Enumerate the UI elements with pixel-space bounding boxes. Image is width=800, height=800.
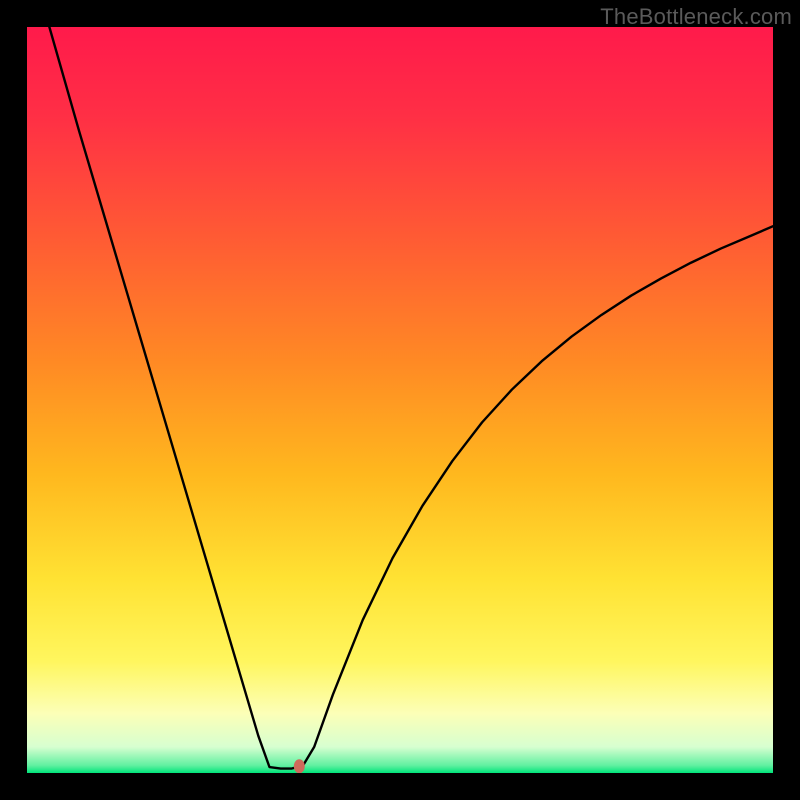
chart-svg: [27, 27, 773, 773]
chart-outer: TheBottleneck.com: [0, 0, 800, 800]
plot-area: [27, 27, 773, 773]
minimum-marker: [294, 759, 305, 773]
gradient-background: [27, 27, 773, 773]
